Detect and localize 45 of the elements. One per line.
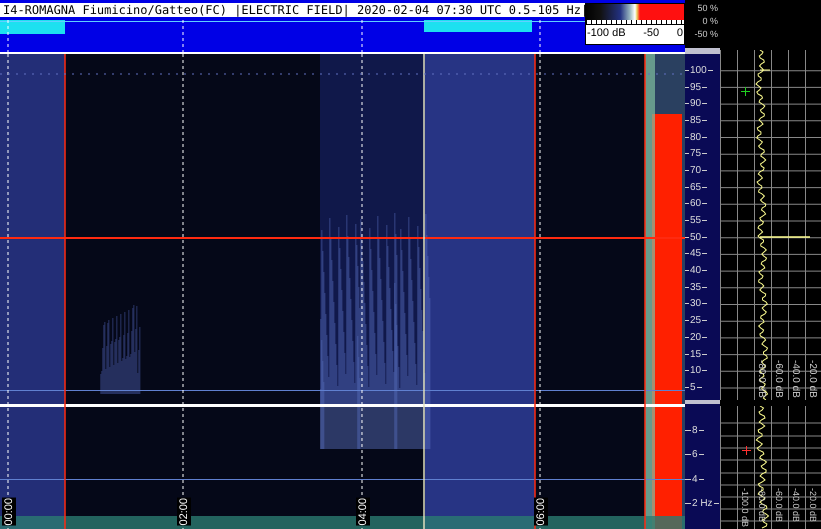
frequency-label: 45 — [690, 248, 702, 260]
cross-marker-icon — [742, 446, 751, 455]
db-label: -80.0 dB — [756, 360, 767, 398]
frequency-label: 80 — [690, 132, 702, 143]
frequency-label: 5 — [690, 382, 696, 393]
activity-scale-label: 0 % — [701, 15, 719, 28]
frequency-label: 2 Hz — [692, 498, 713, 510]
cross-marker-icon — [741, 87, 750, 96]
frequency-label: 15 — [690, 348, 702, 360]
frequency-label: 65 — [690, 182, 702, 193]
color-scale-label: -50 — [643, 26, 660, 41]
frequency-label: 20 — [690, 332, 702, 343]
frequency-label: 6 — [692, 449, 698, 460]
frequency-label: 25 — [690, 315, 702, 326]
frequency-label: 75 — [690, 148, 702, 160]
activity-scale-label: -50 % — [693, 28, 719, 41]
frequency-label: 85 — [690, 114, 702, 126]
frequency-label: 70 — [690, 164, 702, 176]
frequency-label: 10 — [690, 365, 702, 376]
activity-scale-label: 50 % — [696, 2, 719, 15]
db-label: -20.0 dB — [808, 488, 818, 524]
frequency-label: 60 — [690, 198, 702, 210]
frequency-label: 4 — [692, 474, 698, 485]
time-label: 04:00 — [356, 498, 370, 526]
db-label: -60.0 dB — [773, 360, 784, 398]
db-label: -40.0 dB — [791, 488, 801, 524]
frequency-label: 30 — [690, 298, 702, 310]
db-label: -80.0 dB — [757, 488, 767, 524]
time-label: 02:00 — [177, 498, 191, 526]
frequency-label: 90 — [690, 98, 702, 110]
time-label: 00:00 — [2, 498, 16, 526]
frequency-label: 55 — [690, 215, 702, 226]
time-label: 06:00 — [534, 498, 548, 526]
frequency-label: 50 — [690, 232, 702, 243]
frequency-label: 40 — [690, 265, 702, 276]
frequency-label: 8 — [692, 424, 698, 436]
db-label: -60.0 dB — [774, 488, 784, 524]
frequency-label: 95 — [690, 82, 702, 93]
color-scale-label: -100 dB — [587, 26, 626, 41]
db-label: -40.0 dB — [790, 360, 801, 398]
color-scale-label: 0 — [676, 26, 683, 41]
db-label: -20.0 dB — [807, 360, 818, 398]
frequency-label: 35 — [690, 282, 702, 293]
db-label: -100.0 dB — [740, 488, 750, 527]
frequency-label: 100 — [690, 64, 707, 76]
